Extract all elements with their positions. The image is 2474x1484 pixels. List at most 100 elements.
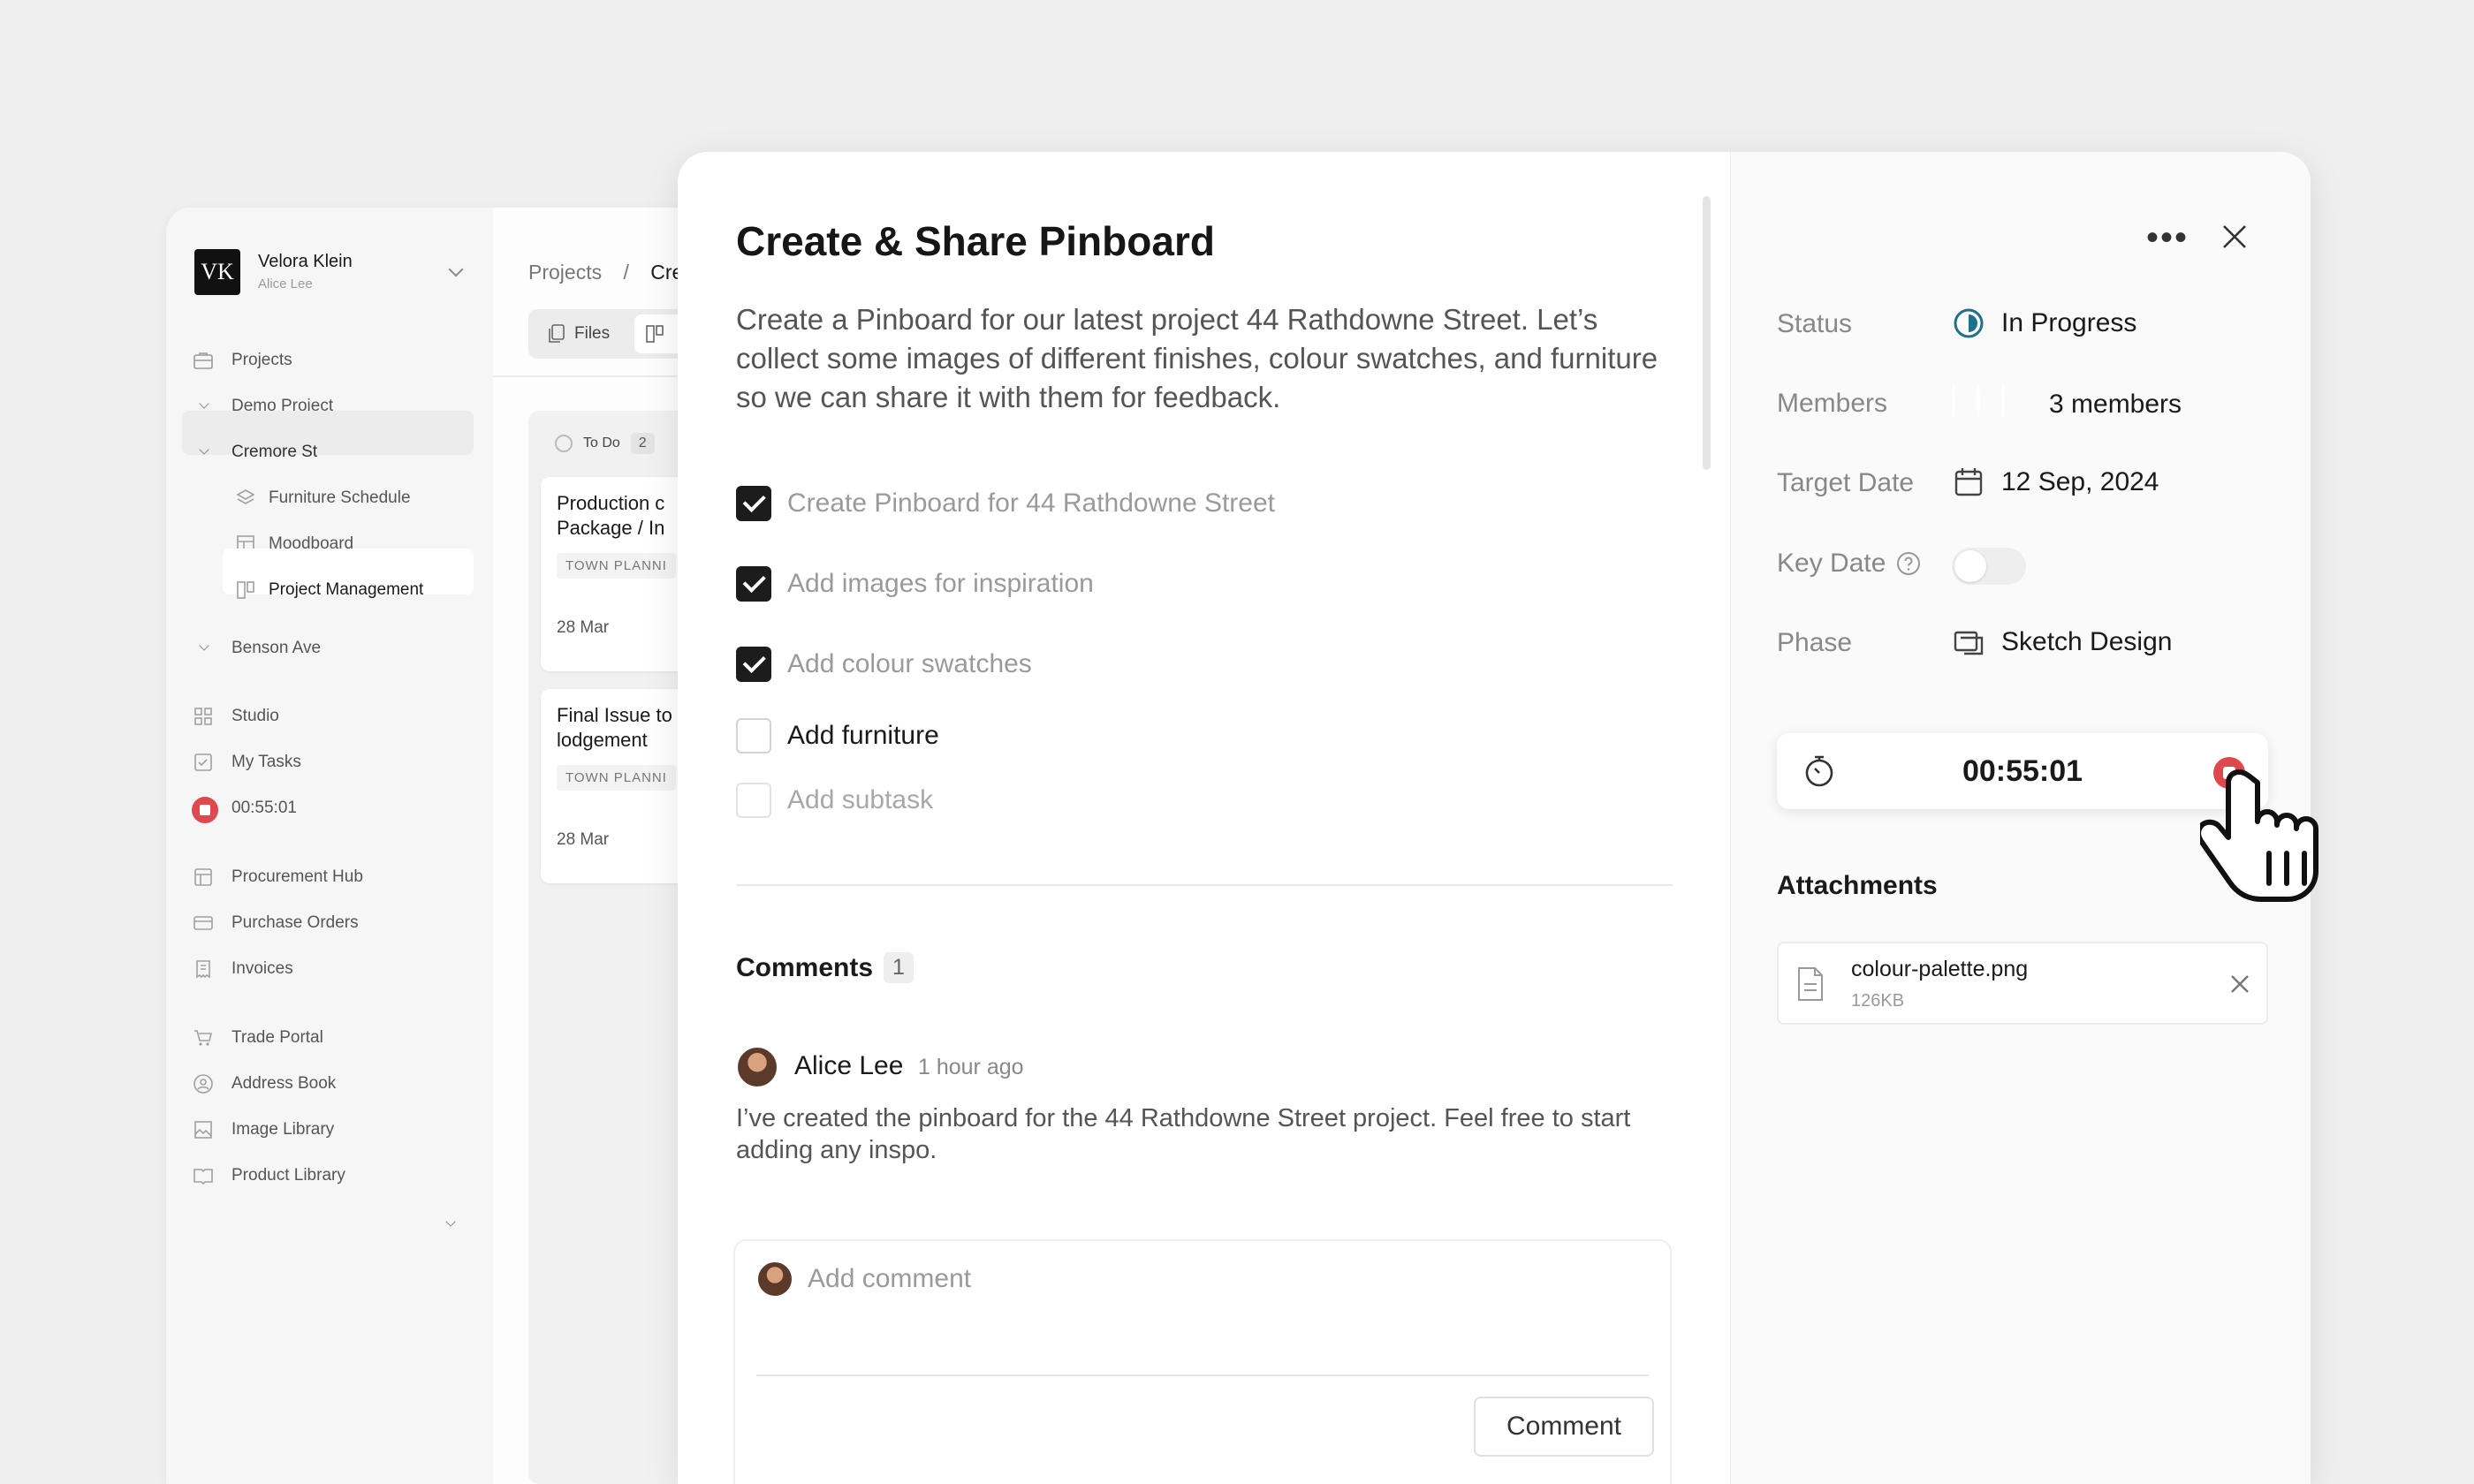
- add-subtask-checkbox: [736, 783, 771, 818]
- close-icon[interactable]: [2220, 223, 2249, 251]
- scrollbar[interactable]: [1703, 196, 1711, 470]
- comments-header: Comments 1: [736, 952, 914, 983]
- sidebar-item-invoices[interactable]: Invoices: [193, 949, 293, 989]
- stop-icon[interactable]: [192, 797, 218, 823]
- breadcrumb-root[interactable]: Projects: [528, 261, 602, 284]
- sidebar-item-label: Procurement Hub: [231, 867, 363, 886]
- workspace-user: Alice Lee: [258, 276, 313, 292]
- column-title: To Do: [583, 435, 620, 450]
- target-date-value[interactable]: 12 Sep, 2024: [1952, 466, 2159, 499]
- sidebar-item-label: Cremore St: [231, 443, 318, 461]
- comments-count-badge: 1: [884, 952, 914, 983]
- attachments-title: Attachments: [1777, 871, 1938, 900]
- attachment-item[interactable]: colour-palette.png 126KB: [1777, 942, 2268, 1025]
- phase-icon: [1954, 631, 1984, 655]
- sidebar-item-furniture-schedule[interactable]: Furniture Schedule: [235, 478, 411, 519]
- sidebar-item-my-tasks[interactable]: My Tasks: [193, 742, 301, 783]
- task-card-title-2: lodgement: [557, 729, 648, 751]
- view-files-button[interactable]: Files: [548, 309, 610, 359]
- briefcase-icon: [194, 352, 213, 369]
- task-modal: Create & Share Pinboard Create a Pinboar…: [678, 152, 2311, 1484]
- person-circle-icon: [194, 1074, 213, 1094]
- procurement-icon: [194, 868, 212, 886]
- image-icon: [194, 1121, 212, 1139]
- timer-value: 00:55:01: [1962, 753, 2083, 788]
- key-date-toggle[interactable]: [1952, 548, 2026, 585]
- status-value[interactable]: In Progress: [1952, 307, 2136, 340]
- task-card-tag: TOWN PLANNI: [557, 553, 676, 579]
- members-value[interactable]: 3 members: [1952, 385, 2182, 424]
- calendar-icon: [1954, 468, 1983, 496]
- subtask-label[interactable]: Add furniture: [787, 721, 939, 751]
- sidebar-item-label: Benson Ave: [231, 639, 322, 657]
- comment-body: I’ve created the pinboard for the 44 Rat…: [736, 1104, 1631, 1164]
- sidebar-item-address-book[interactable]: Address Book: [193, 1064, 336, 1104]
- sidebar-item-studio[interactable]: Studio: [193, 696, 279, 737]
- sidebar-item-timer[interactable]: 00:55:01: [192, 788, 297, 829]
- phase-label: Phase: [1777, 628, 1853, 657]
- task-card-title: Final Issue to: [557, 704, 672, 726]
- sidebar-item-purchase-orders[interactable]: Purchase Orders: [193, 903, 359, 943]
- remove-attachment-icon[interactable]: [2229, 973, 2250, 995]
- chevron-down-icon: [199, 444, 209, 455]
- four-squares-icon: [194, 708, 212, 725]
- subtask-checkbox[interactable]: [736, 486, 771, 521]
- current-user-avatar: [756, 1261, 793, 1298]
- workspace-chevron-down-icon[interactable]: [448, 261, 464, 277]
- sidebar-item-image-library[interactable]: Image Library: [193, 1109, 334, 1150]
- sidebar-item-label: Studio: [231, 707, 279, 725]
- subtask-checkbox[interactable]: [736, 647, 771, 682]
- kanban-icon: [646, 325, 664, 343]
- sidebar-timer-label: 00:55:01: [231, 799, 297, 817]
- chevron-down-icon: [199, 640, 209, 651]
- target-date-text: 12 Sep, 2024: [2001, 467, 2159, 496]
- sidebar-item-label: My Tasks: [231, 753, 301, 771]
- in-progress-icon: [1954, 308, 1984, 338]
- subtask-label[interactable]: Create Pinboard for 44 Rathdowne Street: [787, 488, 1275, 519]
- phase-value[interactable]: Sketch Design: [1952, 625, 2172, 659]
- subtask-label[interactable]: Add colour swatches: [787, 649, 1032, 679]
- member-avatar: [1977, 385, 1980, 418]
- sidebar-item-cremore-st[interactable]: Cremore St: [193, 432, 317, 473]
- workspace-name[interactable]: Velora Klein: [258, 252, 353, 272]
- more-options-icon[interactable]: •••: [2146, 220, 2189, 255]
- section-divider: [736, 884, 1673, 886]
- subtask-checkbox[interactable]: [736, 566, 771, 602]
- sidebar-item-label: Address Book: [231, 1074, 337, 1093]
- add-subtask-input[interactable]: Add subtask: [787, 785, 933, 815]
- comment-input[interactable]: Add comment: [808, 1264, 971, 1294]
- task-card-date: 28 Mar: [557, 618, 610, 637]
- sidebar-item-product-library[interactable]: Product Library: [193, 1155, 345, 1196]
- member-avatar: [1952, 385, 1955, 418]
- target-date-label: Target Date: [1777, 468, 1915, 497]
- trade-portal-chevron-down-icon[interactable]: [445, 1216, 456, 1227]
- sidebar-item-trade-portal[interactable]: Trade Portal: [193, 1018, 323, 1058]
- subtask-checkbox[interactable]: [736, 718, 771, 753]
- view-files-label: Files: [574, 324, 611, 343]
- sidebar-item-label: Invoices: [231, 959, 293, 978]
- comment-author-avatar: [736, 1046, 778, 1088]
- column-status-icon: [555, 435, 573, 452]
- comment-composer: Add comment Comment: [733, 1239, 1672, 1484]
- key-date-label-text: Key Date: [1777, 549, 1886, 578]
- comment-author: Alice Lee: [794, 1051, 904, 1080]
- sidebar-item-project-management[interactable]: Project Management: [235, 570, 423, 610]
- task-card-date: 28 Mar: [557, 830, 610, 849]
- comment-time: 1 hour ago: [918, 1055, 1024, 1079]
- comment-submit-button[interactable]: Comment: [1474, 1397, 1654, 1457]
- subtask-label[interactable]: Add images for inspiration: [787, 569, 1094, 599]
- cart-icon: [194, 1030, 213, 1046]
- sidebar-item-label: Product Library: [231, 1166, 345, 1185]
- sidebar-item-label: Projects: [231, 351, 292, 369]
- sidebar-item-projects[interactable]: Projects: [193, 340, 292, 381]
- receipt-icon: [196, 960, 210, 979]
- status-label: Status: [1777, 309, 1853, 338]
- subtask-row: Add furniture: [736, 716, 939, 755]
- task-description[interactable]: Create a Pinboard for our latest project…: [736, 300, 1681, 417]
- task-title[interactable]: Create & Share Pinboard: [736, 217, 1215, 265]
- help-icon[interactable]: [1896, 551, 1921, 576]
- sidebar-item-benson-ave[interactable]: Benson Ave: [193, 628, 321, 669]
- sidebar-item-procurement-hub[interactable]: Procurement Hub: [193, 857, 363, 897]
- file-icon: [1798, 967, 1823, 1001]
- check-icon: [742, 488, 766, 512]
